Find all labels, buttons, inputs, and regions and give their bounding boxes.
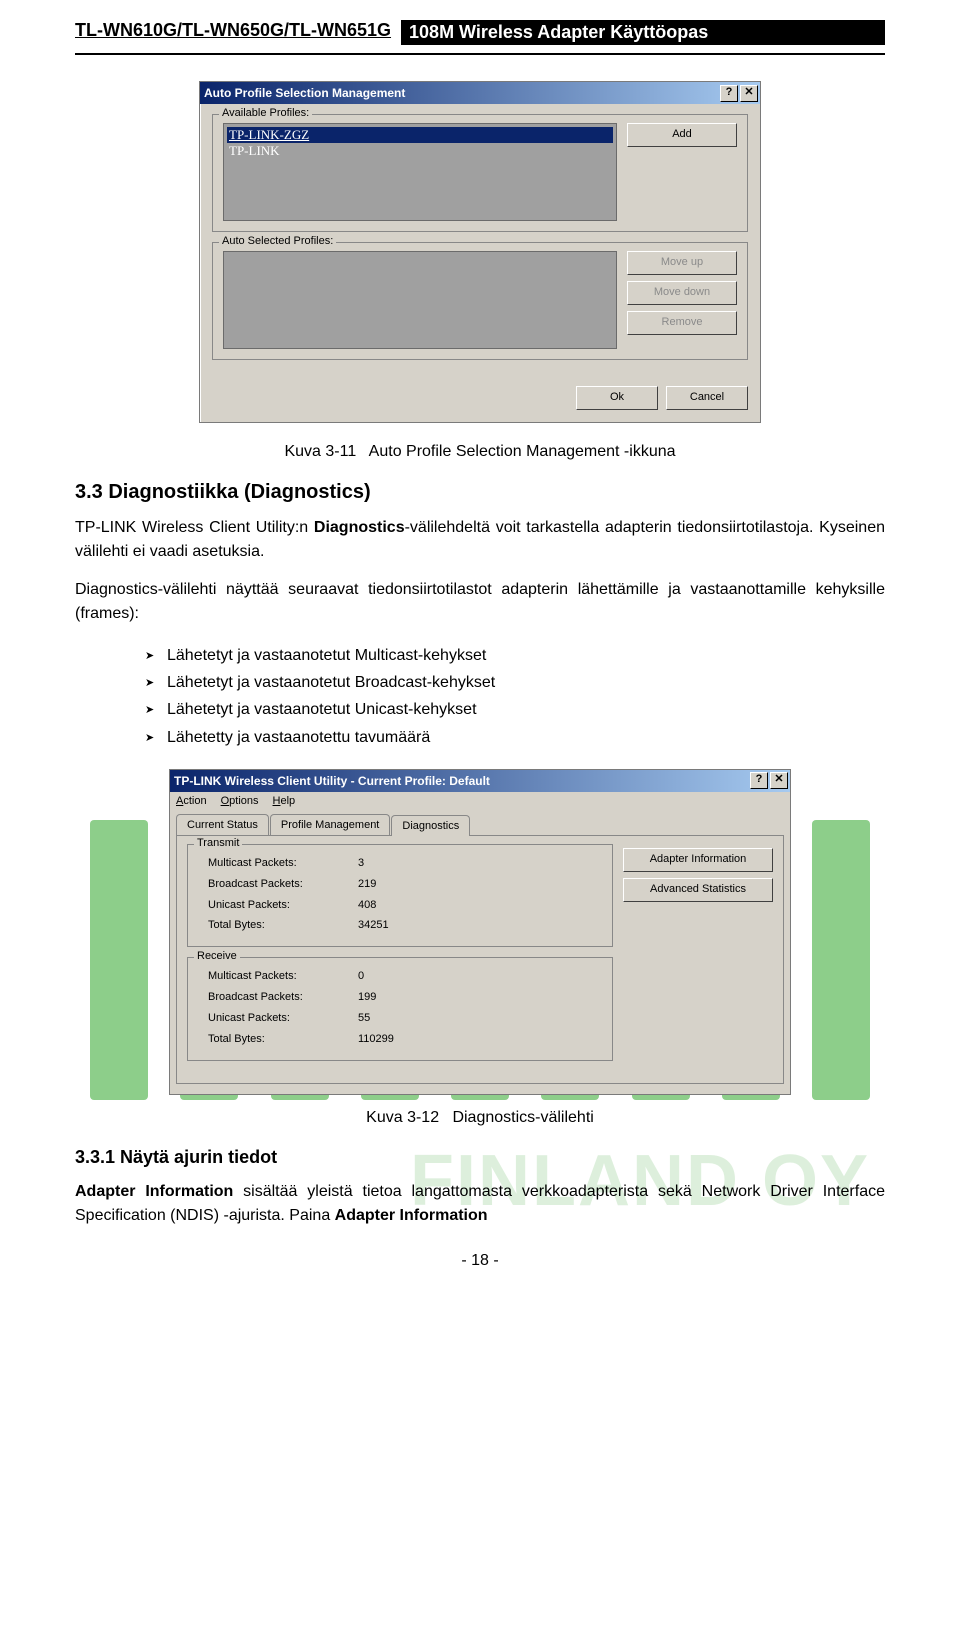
list-item: Lähetetty ja vastaanotettu tavumäärä (145, 724, 885, 751)
receive-group: Receive Multicast Packets:0 Broadcast Pa… (187, 957, 613, 1061)
add-button[interactable]: Add (627, 123, 737, 147)
field-label: Unicast Packets: (198, 895, 358, 916)
available-listbox[interactable]: TP-LINK-ZGZ TP-LINK (223, 123, 617, 221)
available-profiles-group: Available Profiles: TP-LINK-ZGZ TP-LINK … (212, 114, 748, 232)
dialog-titlebar: TP-LINK Wireless Client Utility - Curren… (170, 770, 790, 792)
field-value: 55 (358, 1008, 370, 1029)
field-label: Total Bytes: (198, 915, 358, 936)
help-icon[interactable]: ? (750, 772, 768, 789)
menu-action[interactable]: Action (176, 795, 207, 807)
paragraph: Adapter Information sisältää yleistä tie… (75, 1180, 885, 1228)
adapter-info-button[interactable]: Adapter Information (623, 848, 773, 872)
header-rule (75, 53, 885, 55)
tab-current-status[interactable]: Current Status (176, 814, 269, 835)
list-item: Lähetetyt ja vastaanotetut Unicast-kehyk… (145, 696, 885, 723)
selected-profiles-group: Auto Selected Profiles: Move up Move dow… (212, 242, 748, 360)
paragraph: Diagnostics-välilehti näyttää seuraavat … (75, 578, 885, 626)
paragraph: TP-LINK Wireless Client Utility:n Diagno… (75, 516, 885, 564)
diagnostics-dialog: TP-LINK Wireless Client Utility - Curren… (169, 769, 791, 1095)
doc-header: TL-WN610G/TL-WN650G/TL-WN651G 108M Wirel… (75, 20, 885, 45)
moveup-button[interactable]: Move up (627, 251, 737, 275)
field-value: 34251 (358, 915, 389, 936)
transmit-label: Transmit (194, 837, 242, 849)
list-item[interactable]: TP-LINK (227, 143, 613, 159)
subsection-heading: 3.3.1 Näytä ajurin tiedot (75, 1147, 885, 1168)
tab-row: Current Status Profile Management Diagno… (170, 810, 790, 835)
field-label: Multicast Packets: (198, 853, 358, 874)
dialog-titlebar: Auto Profile Selection Management ? ✕ (200, 82, 760, 104)
section-heading: 3.3 Diagnostiikka (Diagnostics) (75, 481, 885, 504)
page-number: - 18 - (75, 1252, 885, 1270)
menu-help[interactable]: Help (273, 795, 296, 807)
list-item: Lähetetyt ja vastaanotetut Broadcast-keh… (145, 669, 885, 696)
tab-body: Transmit Multicast Packets:3 Broadcast P… (176, 835, 784, 1084)
cancel-button[interactable]: Cancel (666, 386, 748, 410)
close-icon[interactable]: ✕ (770, 772, 788, 789)
field-value: 199 (358, 987, 376, 1008)
receive-label: Receive (194, 950, 240, 962)
model-code: TL-WN610G/TL-WN650G/TL-WN651G (75, 20, 391, 45)
field-label: Broadcast Packets: (198, 874, 358, 895)
doc-title: 108M Wireless Adapter Käyttöopas (401, 20, 885, 45)
dialog-title: TP-LINK Wireless Client Utility - Curren… (174, 774, 490, 788)
selected-listbox[interactable] (223, 251, 617, 349)
selected-label: Auto Selected Profiles: (219, 235, 336, 247)
advanced-stats-button[interactable]: Advanced Statistics (623, 878, 773, 902)
figure-caption-1: Kuva 3-11 Auto Profile Selection Managem… (75, 443, 885, 461)
help-icon[interactable]: ? (720, 85, 738, 102)
field-value: 0 (358, 966, 364, 987)
list-item: Lähetetyt ja vastaanotetut Multicast-keh… (145, 642, 885, 669)
field-value: 408 (358, 895, 376, 916)
bullet-list: Lähetetyt ja vastaanotetut Multicast-keh… (105, 642, 885, 751)
movedown-button[interactable]: Move down (627, 281, 737, 305)
field-value: 3 (358, 853, 364, 874)
tab-diagnostics[interactable]: Diagnostics (391, 815, 470, 836)
list-item[interactable]: TP-LINK-ZGZ (227, 127, 613, 143)
field-value: 110299 (358, 1029, 394, 1050)
field-label: Multicast Packets: (198, 966, 358, 987)
transmit-group: Transmit Multicast Packets:3 Broadcast P… (187, 844, 613, 948)
dialog-title: Auto Profile Selection Management (204, 86, 405, 100)
field-label: Broadcast Packets: (198, 987, 358, 1008)
remove-button[interactable]: Remove (627, 311, 737, 335)
available-label: Available Profiles: (219, 107, 312, 119)
menu-bar: Action Options Help (170, 792, 790, 810)
field-label: Total Bytes: (198, 1029, 358, 1050)
close-icon[interactable]: ✕ (740, 85, 758, 102)
tab-profile-mgmt[interactable]: Profile Management (270, 814, 390, 835)
field-label: Unicast Packets: (198, 1008, 358, 1029)
field-value: 219 (358, 874, 376, 895)
menu-options[interactable]: Options (221, 795, 259, 807)
profile-dialog: Auto Profile Selection Management ? ✕ Av… (199, 81, 761, 423)
figure-caption-2: Kuva 3-12 Diagnostics-välilehti (75, 1109, 885, 1127)
ok-button[interactable]: Ok (576, 386, 658, 410)
